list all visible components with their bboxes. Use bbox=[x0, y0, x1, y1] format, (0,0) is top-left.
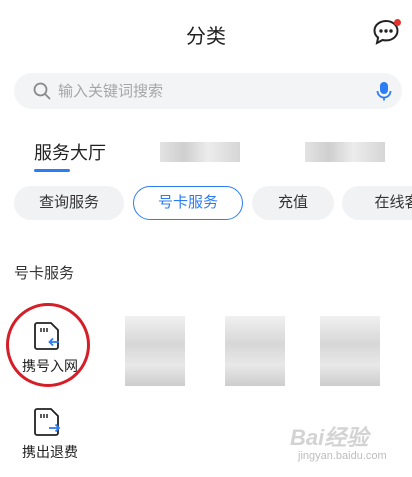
watermark-url: jingyan.baidu.com bbox=[298, 450, 387, 462]
service-item-port-out[interactable]: 携出退费 bbox=[5, 398, 95, 477]
section-title: 号卡服务 bbox=[14, 265, 75, 282]
service-item-label: 携号入网 bbox=[22, 358, 78, 374]
search-input[interactable] bbox=[58, 73, 368, 109]
sim-card-in-icon bbox=[34, 322, 59, 350]
microphone-icon[interactable] bbox=[373, 80, 395, 102]
tab-service-hall[interactable]: 服务大厅 bbox=[34, 139, 106, 165]
chip-recharge[interactable]: 充值 bbox=[252, 186, 334, 220]
chip-online-support[interactable]: 在线客 bbox=[342, 186, 412, 220]
search-icon bbox=[33, 82, 51, 100]
watermark: Bai经验 jingyan.baidu.com bbox=[290, 420, 405, 470]
blurred-service-item[interactable] bbox=[320, 316, 380, 386]
page-title: 分类 bbox=[186, 26, 226, 48]
blurred-service-item[interactable] bbox=[125, 316, 185, 386]
service-item-port-in[interactable]: 携号入网 bbox=[5, 312, 95, 392]
active-tab-indicator bbox=[34, 169, 70, 172]
blurred-service-item[interactable] bbox=[225, 316, 285, 386]
tab-blurred-1[interactable] bbox=[160, 142, 240, 162]
category-chips: 查询服务 号卡服务 充值 在线客 bbox=[14, 186, 412, 220]
service-item-label: 携出退费 bbox=[22, 444, 78, 460]
search-bar[interactable] bbox=[14, 73, 402, 109]
watermark-logo: Bai经验 bbox=[290, 425, 369, 450]
chip-sim-service[interactable]: 号卡服务 bbox=[133, 186, 243, 220]
tab-blurred-2[interactable] bbox=[305, 142, 385, 162]
chip-query-service[interactable]: 查询服务 bbox=[14, 186, 124, 220]
messages-button[interactable] bbox=[372, 18, 402, 46]
top-tabs: 服务大厅 bbox=[0, 128, 412, 180]
app-header: 分类 bbox=[0, 0, 412, 68]
unread-badge bbox=[394, 19, 401, 26]
sim-card-out-icon bbox=[34, 408, 61, 436]
